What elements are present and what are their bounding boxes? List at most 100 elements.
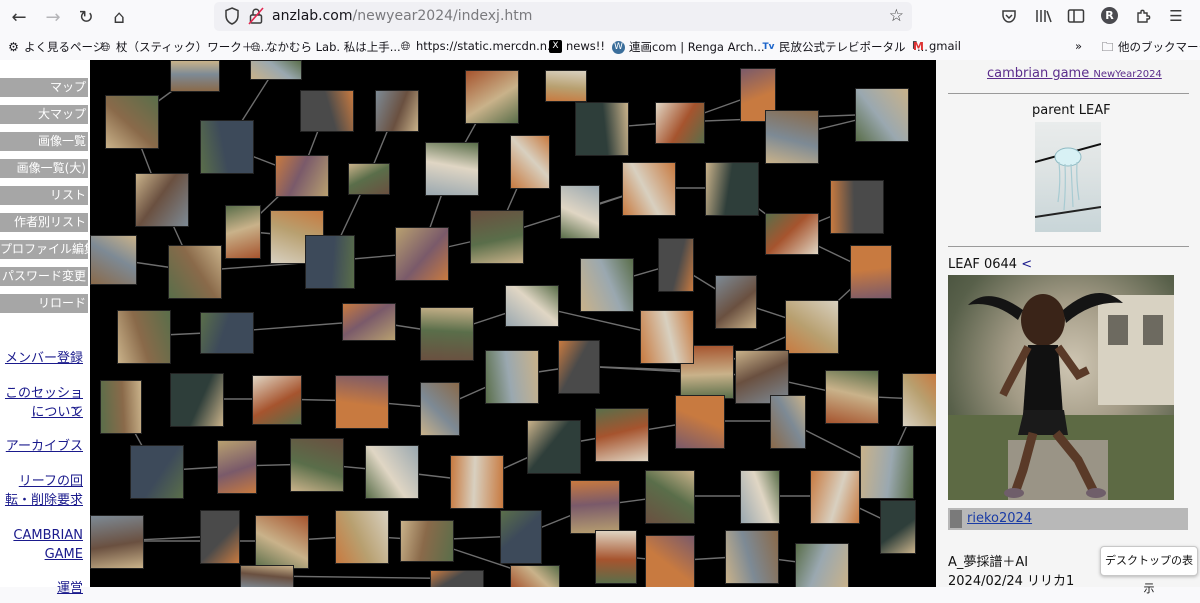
parent-leaf-image[interactable]: [1034, 122, 1102, 232]
leaf-thumbnail[interactable]: [255, 515, 309, 569]
leaf-graph-canvas[interactable]: [90, 60, 936, 587]
reload-button[interactable]: ↻: [73, 4, 99, 30]
leaf-thumbnail[interactable]: [400, 520, 454, 562]
leaf-thumbnail[interactable]: [90, 235, 137, 285]
author-link[interactable]: rieko2024: [967, 511, 1032, 526]
leaf-thumbnail[interactable]: [200, 510, 240, 564]
leaf-thumbnail[interactable]: [500, 510, 542, 564]
leaf-thumbnail[interactable]: [100, 380, 142, 434]
shield-icon[interactable]: [224, 7, 240, 25]
forward-button[interactable]: →: [40, 4, 66, 30]
leaf-thumbnail[interactable]: [575, 102, 629, 156]
leaf-thumbnail[interactable]: [855, 88, 909, 142]
leaf-thumbnail[interactable]: [715, 275, 757, 329]
pocket-icon[interactable]: [999, 6, 1019, 26]
leaf-thumbnail[interactable]: [170, 60, 220, 92]
leaf-request-link[interactable]: リーフの回: [19, 472, 83, 491]
bookmark-item[interactable]: Xnews!!: [549, 39, 605, 53]
leaf-thumbnail[interactable]: [570, 480, 620, 534]
leaf-prev-link[interactable]: <: [1021, 257, 1032, 272]
extensions-icon[interactable]: [1133, 6, 1153, 26]
sidebar-icon[interactable]: [1066, 6, 1086, 26]
leaf-thumbnail[interactable]: [595, 530, 637, 584]
archives-link[interactable]: アーカイブス: [6, 437, 83, 456]
library-icon[interactable]: [1034, 6, 1054, 26]
bookmark-item[interactable]: Tv 民放公式テレビポータル「...: [762, 39, 927, 55]
nav-password-change-button[interactable]: パスワード変更: [0, 267, 88, 286]
leaf-thumbnail[interactable]: [90, 515, 144, 569]
leaf-thumbnail[interactable]: [168, 245, 222, 299]
leaf-thumbnail[interactable]: [740, 470, 780, 524]
leaf-thumbnail[interactable]: [655, 102, 705, 144]
leaf-thumbnail[interactable]: [640, 310, 694, 364]
nav-large-map-button[interactable]: 大マップ: [0, 105, 88, 124]
leaf-thumbnail[interactable]: [365, 445, 419, 499]
leaf-thumbnail[interactable]: [275, 155, 329, 197]
bookmark-item[interactable]: 🌐︎ なかむら Lab. 私は上手...: [249, 39, 401, 55]
bookmark-item[interactable]: W 連画com | Renga Arch...: [612, 39, 765, 55]
leaf-thumbnail[interactable]: [335, 510, 389, 564]
nav-image-list-button[interactable]: 画像一覧: [0, 132, 88, 151]
about-session-link-line2[interactable]: について: [31, 403, 83, 422]
profile-avatar[interactable]: R: [1101, 7, 1118, 24]
leaf-thumbnail[interactable]: [290, 438, 344, 492]
leaf-thumbnail[interactable]: [510, 565, 560, 587]
url-bar[interactable]: anzlab.com/newyear2024/indexj.htm ☆: [214, 2, 912, 31]
leaf-thumbnail[interactable]: [465, 70, 519, 124]
leaf-thumbnail[interactable]: [375, 90, 419, 132]
leaf-thumbnail[interactable]: [675, 395, 725, 449]
nav-list-button[interactable]: リスト: [0, 186, 88, 205]
nav-reload-button[interactable]: リロード: [0, 294, 88, 313]
leaf-thumbnail[interactable]: [117, 310, 171, 364]
leaf-thumbnail[interactable]: [902, 373, 936, 427]
leaf-thumbnail[interactable]: [420, 307, 474, 361]
leaf-thumbnail[interactable]: [645, 470, 695, 524]
leaf-thumbnail[interactable]: [510, 135, 550, 189]
leaf-thumbnail[interactable]: [135, 173, 189, 227]
leaf-thumbnail[interactable]: [485, 350, 539, 404]
leaf-thumbnail[interactable]: [420, 382, 460, 436]
leaf-thumbnail[interactable]: [250, 60, 302, 80]
leaf-thumbnail[interactable]: [560, 185, 600, 239]
member-register-link[interactable]: メンバー登録: [5, 349, 83, 368]
insecure-lock-icon[interactable]: [248, 7, 264, 25]
leaf-thumbnail[interactable]: [395, 227, 449, 281]
leaf-thumbnail[interactable]: [645, 535, 695, 587]
leaf-thumbnail[interactable]: [558, 340, 600, 394]
leaf-thumbnail[interactable]: [810, 470, 860, 524]
leaf-image[interactable]: [948, 275, 1174, 500]
leaf-thumbnail[interactable]: [860, 445, 914, 499]
leaf-thumbnail[interactable]: [470, 210, 524, 264]
leaf-request-link-line2[interactable]: 転・削除要求: [5, 491, 83, 510]
back-button[interactable]: ←: [6, 4, 32, 30]
home-button[interactable]: ⌂: [106, 4, 132, 30]
leaf-thumbnail[interactable]: [705, 162, 759, 216]
bookmark-item[interactable]: 🌐︎ https://static.mercdn.n...: [399, 39, 558, 53]
leaf-thumbnail[interactable]: [130, 445, 184, 499]
leaf-thumbnail[interactable]: [830, 180, 884, 234]
nav-profile-edit-button[interactable]: プロファイル編集: [0, 240, 88, 259]
leaf-thumbnail[interactable]: [527, 420, 581, 474]
bookmark-star-icon[interactable]: ☆: [889, 6, 904, 26]
nav-image-list-large-button[interactable]: 画像一覧(大): [0, 159, 88, 178]
bookmark-item[interactable]: 🌐︎ 杖（スティック）ワーク＋ ...: [99, 39, 268, 55]
leaf-thumbnail[interactable]: [765, 110, 819, 164]
leaf-thumbnail[interactable]: [785, 300, 839, 354]
leaf-thumbnail[interactable]: [658, 238, 694, 292]
leaf-thumbnail[interactable]: [795, 543, 849, 587]
leaf-thumbnail[interactable]: [765, 213, 819, 255]
leaf-thumbnail[interactable]: [580, 258, 634, 312]
leaf-thumbnail[interactable]: [342, 303, 396, 341]
leaf-thumbnail[interactable]: [348, 163, 390, 195]
leaf-thumbnail[interactable]: [595, 408, 649, 462]
leaf-thumbnail[interactable]: [200, 120, 254, 174]
cambrian-game-link[interactable]: CAMBRIAN: [13, 526, 83, 545]
leaf-thumbnail[interactable]: [725, 530, 779, 584]
cambrian-game-link-line2[interactable]: GAME: [45, 545, 83, 564]
nav-author-list-button[interactable]: 作者別リスト: [0, 213, 88, 232]
leaf-thumbnail[interactable]: [240, 565, 294, 587]
menu-icon[interactable]: ☰: [1166, 6, 1186, 26]
leaf-thumbnail[interactable]: [880, 500, 916, 554]
bookmark-item[interactable]: Mgmail: [912, 39, 961, 53]
leaf-thumbnail[interactable]: [170, 373, 224, 427]
